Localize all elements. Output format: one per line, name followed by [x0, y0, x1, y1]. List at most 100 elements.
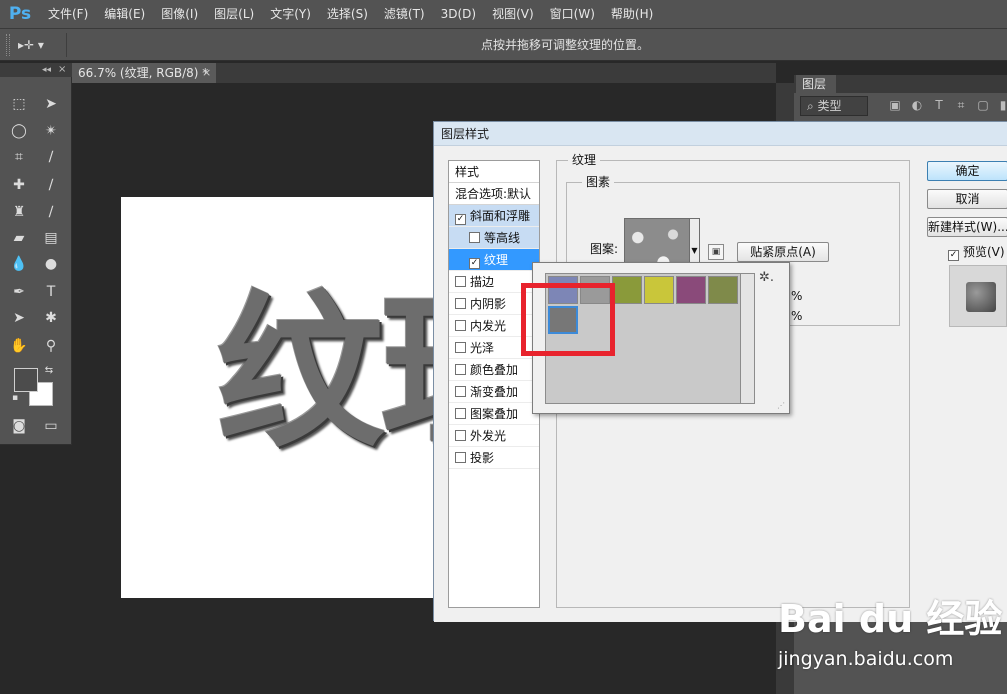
style-item-gradient-overlay[interactable]: 渐变叠加 [449, 381, 539, 403]
style-item-label: 斜面和浮雕 [470, 209, 531, 223]
type-tool-icon[interactable]: T [40, 281, 62, 303]
style-item-texture[interactable]: ✓ 纹理 [449, 249, 539, 271]
layer-filter-select[interactable]: ⌕ 类型 [800, 96, 868, 116]
resize-grip-icon[interactable]: ⋰ [777, 401, 787, 411]
gear-icon[interactable]: ✲. [759, 271, 779, 285]
style-item-label: 光泽 [470, 341, 495, 355]
adjustment-filter-icon[interactable]: ◐ [910, 96, 924, 114]
document-tab[interactable]: 66.7% (纹理, RGB/8) * [72, 63, 216, 83]
clone-stamp-icon[interactable]: ♜ [8, 201, 30, 223]
pen-tool-icon[interactable]: ✒ [8, 281, 30, 303]
menu-3d[interactable]: 3D(D) [433, 0, 484, 29]
collapse-icon[interactable]: ◂◂ [42, 63, 56, 77]
close-tab-icon[interactable]: × [202, 63, 214, 83]
document-canvas[interactable]: 纹理 [121, 197, 436, 598]
style-item-bevel-emboss[interactable]: ✓ 斜面和浮雕 [449, 205, 539, 227]
menu-filter[interactable]: 滤镜(T) [376, 0, 433, 29]
hand-tool-icon[interactable]: ✋ [8, 335, 30, 357]
history-brush-icon[interactable]: ∕ [40, 201, 62, 223]
style-item-label: 描边 [470, 275, 495, 289]
swap-colors-icon[interactable]: ⇆ [38, 360, 60, 382]
style-item-label: 渐变叠加 [470, 385, 519, 399]
menu-image[interactable]: 图像(I) [153, 0, 206, 29]
menu-edit[interactable]: 编辑(E) [96, 0, 153, 29]
checkbox-icon[interactable] [469, 232, 480, 243]
menu-select[interactable]: 选择(S) [319, 0, 376, 29]
options-grip[interactable] [6, 34, 10, 56]
crop-tool-icon[interactable]: ⌗ [8, 146, 30, 168]
checkbox-icon[interactable] [455, 298, 466, 309]
menu-help[interactable]: 帮助(H) [603, 0, 661, 29]
pixel-filter-icon[interactable]: ▣ [888, 96, 902, 114]
checkbox-icon[interactable] [455, 386, 466, 397]
dodge-tool-icon[interactable]: ● [40, 253, 62, 275]
filter-toggle-icon[interactable]: ▮ [996, 96, 1007, 114]
eyedropper-icon[interactable]: ∕ [40, 146, 62, 168]
canvas-text-layer: 纹理 [216, 275, 436, 471]
pattern-scrollbar[interactable] [741, 273, 755, 404]
marquee-tool-icon[interactable]: ⬚ [8, 93, 30, 115]
new-preset-icon[interactable]: ▣ [708, 244, 724, 260]
new-style-button[interactable]: 新建样式(W)... [927, 217, 1007, 237]
style-item-label: 纹理 [484, 253, 509, 267]
checkbox-icon[interactable] [455, 430, 466, 441]
styles-header[interactable]: 样式 [449, 161, 539, 183]
layers-tab[interactable]: 图层 [796, 75, 836, 93]
blending-options-item[interactable]: 混合选项:默认 [449, 183, 539, 205]
foreground-color-swatch[interactable] [14, 368, 38, 392]
menu-view[interactable]: 视图(V) [484, 0, 542, 29]
pattern-swatch[interactable] [708, 276, 738, 304]
preview-label: 预览(V) [963, 245, 1005, 259]
move-tool-preset-picker[interactable]: ▸✛ ▾ [18, 35, 62, 55]
checkbox-icon[interactable]: ✓ [948, 250, 959, 261]
style-item-label: 颜色叠加 [470, 363, 519, 377]
dialog-title[interactable]: 图层样式 [434, 122, 1007, 146]
style-item-drop-shadow[interactable]: 投影 [449, 447, 539, 469]
style-item-pattern-overlay[interactable]: 图案叠加 [449, 403, 539, 425]
cancel-button[interactable]: 取消 [927, 189, 1007, 209]
checkbox-icon[interactable] [455, 276, 466, 287]
style-item-color-overlay[interactable]: 颜色叠加 [449, 359, 539, 381]
shape-filter-icon[interactable]: ⌗ [954, 96, 968, 114]
menu-layer[interactable]: 图层(L) [206, 0, 262, 29]
move-tool-icon[interactable]: ➤ [40, 93, 62, 115]
type-filter-icon[interactable]: T [932, 96, 946, 114]
magic-wand-icon[interactable]: ✴ [40, 120, 62, 142]
brush-tool-icon[interactable]: ∕ [40, 174, 62, 196]
path-select-icon[interactable]: ➤ [8, 307, 30, 329]
checkbox-icon[interactable] [455, 320, 466, 331]
smart-object-filter-icon[interactable]: ▢ [976, 96, 990, 114]
quick-mask-icon[interactable]: ◙ [8, 415, 30, 437]
screen-mode-icon[interactable]: ▭ [40, 415, 62, 437]
menu-file[interactable]: 文件(F) [40, 0, 96, 29]
lasso-tool-icon[interactable]: ◯ [8, 120, 30, 142]
pattern-swatch[interactable] [676, 276, 706, 304]
blur-tool-icon[interactable]: 💧 [8, 253, 30, 275]
texture-group-label: 纹理 [568, 152, 601, 168]
snap-to-origin-button[interactable]: 贴紧原点(A) [737, 242, 829, 262]
options-bar: ▸✛ ▾ 点按并拖移可调整纹理的位置。 [0, 29, 1007, 61]
menu-type[interactable]: 文字(Y) [262, 0, 319, 29]
preview-checkbox[interactable]: ✓ 预览(V) [948, 243, 1005, 261]
menu-window[interactable]: 窗口(W) [542, 0, 603, 29]
style-item-contour[interactable]: 等高线 [449, 227, 539, 249]
pattern-swatch[interactable] [644, 276, 674, 304]
eraser-tool-icon[interactable]: ▰ [8, 227, 30, 249]
gradient-tool-icon[interactable]: ▤ [40, 227, 62, 249]
ok-button[interactable]: 确定 [927, 161, 1007, 181]
checkbox-icon[interactable] [455, 364, 466, 375]
checkbox-icon[interactable]: ✓ [469, 258, 480, 269]
depth-percent-sign: % [791, 309, 803, 323]
custom-shape-icon[interactable]: ✱ [40, 307, 62, 329]
styles-list: 样式 混合选项:默认 ✓ 斜面和浮雕 等高线 ✓ 纹理 描边 内阴影 内发光 光泽 [448, 160, 540, 608]
tool-panel-close-icon[interactable]: × [58, 63, 70, 77]
checkbox-icon[interactable] [455, 342, 466, 353]
baidu-watermark-url: jingyan.baidu.com [778, 648, 954, 670]
pattern-swatch[interactable] [612, 276, 642, 304]
healing-brush-icon[interactable]: ✚ [8, 174, 30, 196]
checkbox-icon[interactable] [455, 408, 466, 419]
style-item-outer-glow[interactable]: 外发光 [449, 425, 539, 447]
checkbox-icon[interactable] [455, 452, 466, 463]
zoom-tool-icon[interactable]: ⚲ [40, 335, 62, 357]
checkbox-icon[interactable]: ✓ [455, 214, 466, 225]
